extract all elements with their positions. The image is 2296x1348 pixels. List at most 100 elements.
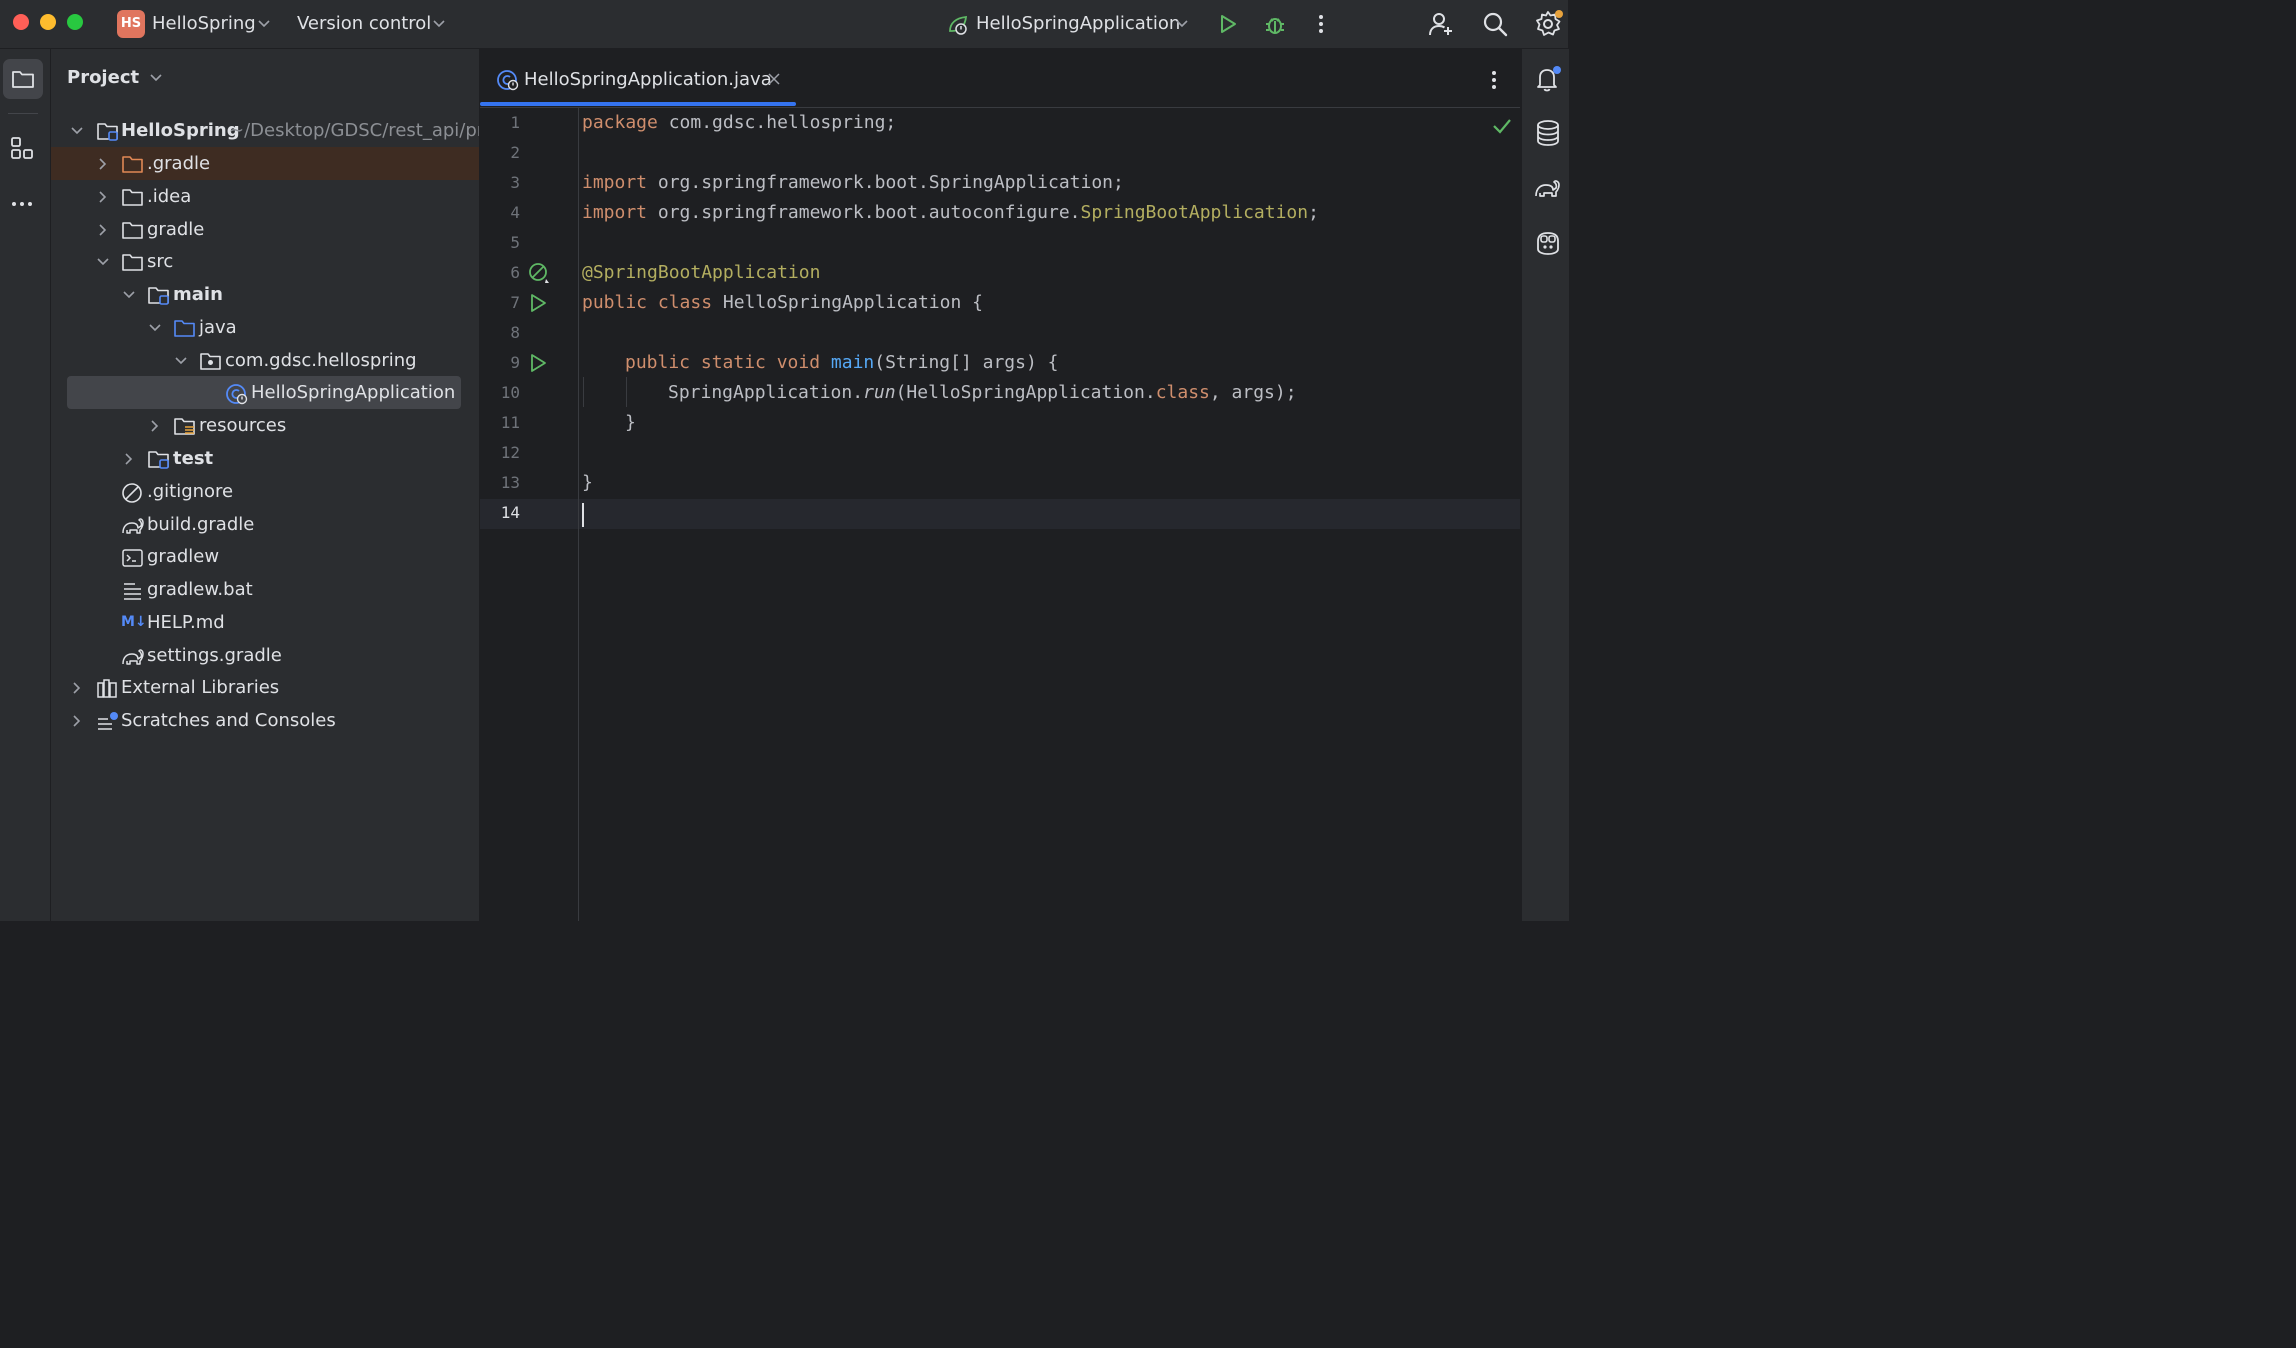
project-panel: Project HelloSpring ~/Desktop/GDSC/rest_… [51,49,480,921]
tree-row-idea[interactable]: .idea [51,180,479,213]
add-user-icon[interactable] [1427,10,1455,38]
editor-tab-hellospringapplication[interactable]: HelloSpringApplication.java [480,49,796,107]
title-bar: HS HelloSpring Version control HelloSpri… [0,0,1568,49]
project-tool-button[interactable] [3,59,43,99]
code-token: org.springframework.boot.autoconfigure. [647,202,1081,223]
tree-row-resources[interactable]: resources [51,409,479,442]
tree-row-test[interactable]: test [51,442,479,475]
window-close-button[interactable] [13,14,29,30]
chevron-right-icon[interactable] [148,419,162,433]
tab-options-icon[interactable] [1484,68,1504,92]
chevron-down-icon[interactable] [70,124,84,138]
chevron-right-icon[interactable] [122,452,136,466]
code-line-7[interactable]: public class HelloSpringApplication { [582,288,983,318]
run-gutter-icon[interactable] [528,353,548,373]
package-icon [200,353,221,370]
tree-label: External Libraries [121,677,280,698]
code-line-1[interactable]: package com.gdsc.hellospring; [582,108,896,138]
chevron-down-icon[interactable] [1175,17,1189,31]
editor-tab-bar: HelloSpringApplication.java [480,49,1520,108]
more-vertical-icon[interactable] [1311,12,1331,36]
project-name[interactable]: HelloSpring [152,0,256,48]
chevron-down-icon[interactable] [174,354,188,368]
tree-label: gradle [147,219,205,240]
keyword-token: package [582,112,658,133]
notifications-bell-icon[interactable] [1534,65,1562,93]
chevron-down-icon[interactable] [148,321,162,335]
code-line-9[interactable]: public static void main(String[] args) { [625,348,1059,378]
tree-label: com.gdsc.hellospring [225,350,417,371]
tree-label: test [173,448,214,469]
line-number: 13 [500,473,520,492]
tree-row-gradlew[interactable]: gradlew [51,540,479,573]
chevron-right-icon[interactable] [96,223,110,237]
no-problems-check-icon[interactable] [1492,117,1512,135]
tree-row-gitignore[interactable]: .gitignore [51,475,479,508]
code-line-13[interactable]: } [582,468,593,498]
chevron-down-icon[interactable] [432,17,446,31]
tree-row-scratches[interactable]: Scratches and Consoles [51,704,479,737]
chevron-down-icon[interactable] [122,288,136,302]
tree-label: .gitignore [147,481,234,502]
keyword-token: public class [582,292,713,313]
tree-row-java[interactable]: java [51,311,479,344]
tree-row-external-libraries[interactable]: External Libraries [51,671,479,704]
source-root-folder-icon [148,451,169,469]
copilot-icon[interactable] [1534,229,1562,257]
code-line-4[interactable]: import org.springframework.boot.autoconf… [582,198,1319,228]
window-maximize-button[interactable] [67,14,83,30]
search-icon[interactable] [1481,10,1509,38]
code-line-6[interactable]: @SpringBootApplication [582,258,820,288]
tree-label: src [147,251,174,272]
module-folder-icon [97,123,118,141]
window-minimize-button[interactable] [40,14,56,30]
gradle-elephant-icon[interactable] [1534,175,1562,201]
resources-folder-icon [174,418,195,435]
line-number: 12 [500,443,520,462]
tree-row-build-gradle[interactable]: build.gradle [51,508,479,541]
spring-bean-gutter-icon[interactable] [528,261,550,285]
version-control-menu[interactable]: Version control [297,0,431,48]
tree-label: java [199,317,237,338]
project-badge[interactable]: HS [117,10,145,38]
tree-row-hellospring[interactable]: HelloSpring ~/Desktop/GDSC/rest_api/pro [51,114,479,147]
tree-row-src[interactable]: src [51,245,479,278]
chevron-down-icon[interactable] [96,255,110,269]
run-gutter-icon[interactable] [528,293,548,313]
database-icon[interactable] [1535,119,1561,147]
keyword-token: import [582,202,648,223]
line-number: 6 [510,263,520,282]
folder-icon [12,71,34,88]
structure-icon[interactable] [10,136,34,160]
debug-icon[interactable] [1262,11,1288,37]
project-panel-title[interactable]: Project [67,67,163,88]
settings-gear-icon[interactable] [1534,9,1564,39]
spring-class-icon [497,70,519,91]
code-line-10[interactable]: SpringApplication.run(HelloSpringApplica… [668,378,1297,408]
chevron-down-icon[interactable] [149,71,163,85]
text-caret [582,503,584,527]
tree-row-help-md[interactable]: M↓ HELP.md [51,606,479,639]
code-line-11[interactable]: } [625,408,636,438]
tree-row-gradle[interactable]: gradle [51,213,479,246]
chevron-right-icon[interactable] [96,157,110,171]
chevron-right-icon[interactable] [70,681,84,695]
indent-guide [626,377,627,407]
source-root-folder-icon [148,287,169,305]
tree-row-gradlew-bat[interactable]: gradlew.bat [51,573,479,606]
close-tab-icon[interactable] [768,73,780,85]
code-token: com.gdsc.hellospring; [657,112,897,133]
tree-row-package[interactable]: com.gdsc.hellospring [51,344,479,377]
code-line-3[interactable]: import org.springframework.boot.SpringAp… [582,168,1124,198]
run-configuration-selector[interactable]: HelloSpringApplication [976,0,1180,48]
run-icon[interactable] [1216,12,1240,36]
chevron-right-icon[interactable] [96,190,110,204]
tree-row-hellospringapplication[interactable]: HelloSpringApplication [67,376,461,409]
tree-row-dot-gradle[interactable]: .gradle [51,147,479,180]
keyword-token: public static void [625,352,821,373]
chevron-right-icon[interactable] [70,714,84,728]
tree-row-settings-gradle[interactable]: settings.gradle [51,639,479,672]
chevron-down-icon[interactable] [257,17,271,31]
tree-row-main[interactable]: main [51,278,479,311]
more-horizontal-icon[interactable] [10,194,36,214]
